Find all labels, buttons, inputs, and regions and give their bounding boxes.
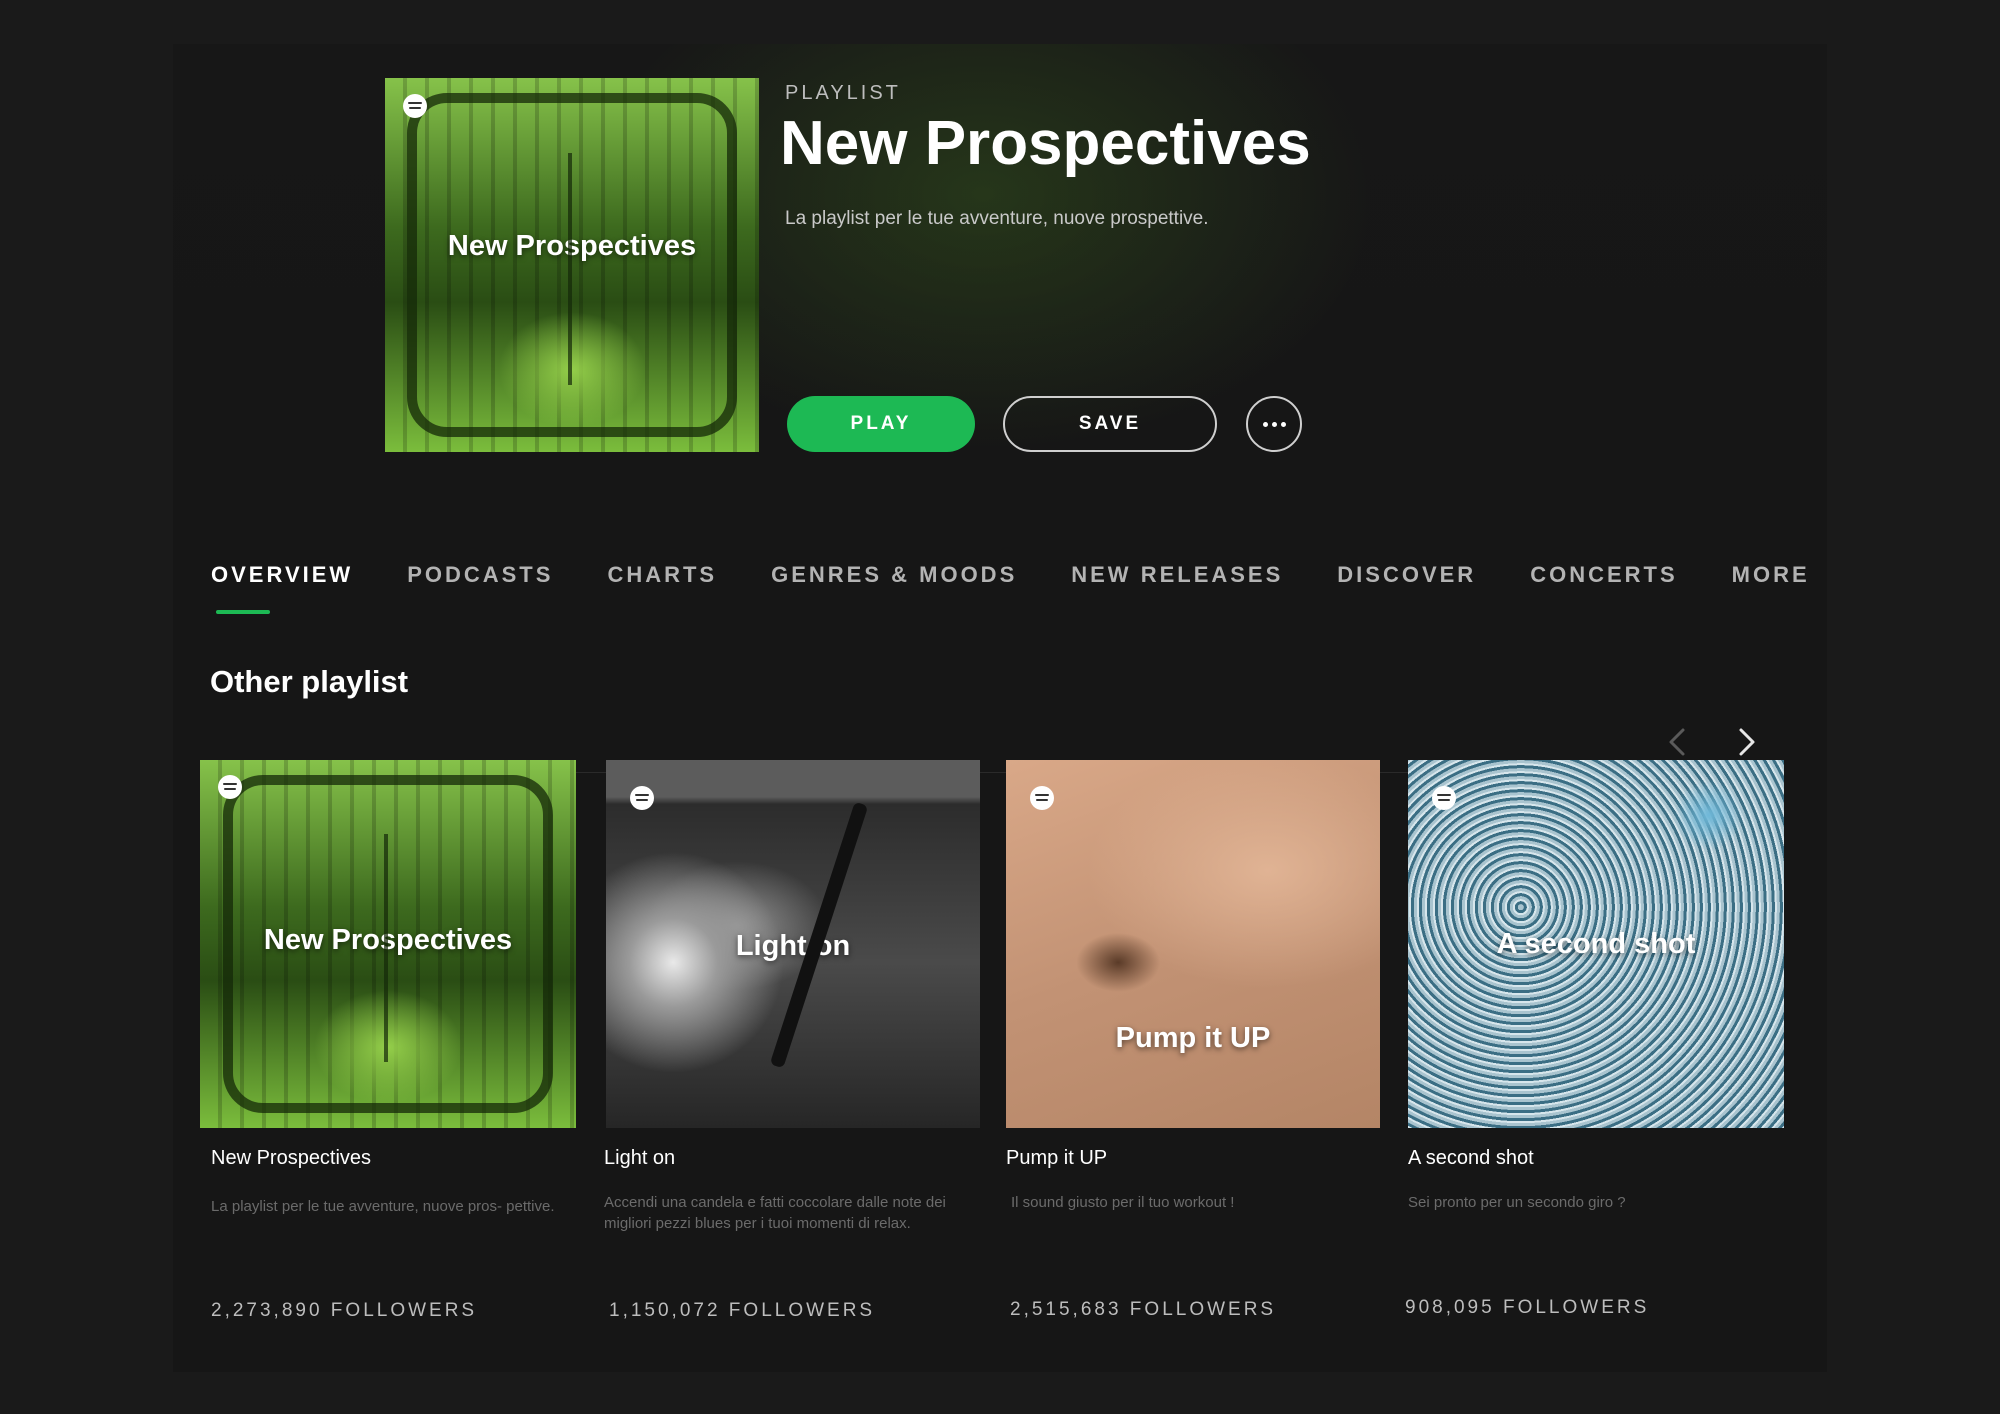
spotify-logo-icon: [218, 775, 242, 799]
tab-concerts[interactable]: CONCERTS: [1530, 562, 1677, 588]
tab-new-releases[interactable]: NEW RELEASES: [1071, 562, 1283, 588]
save-button[interactable]: SAVE: [1003, 396, 1217, 452]
dot-icon: [1262, 421, 1268, 427]
chevron-left-icon: [1669, 728, 1685, 756]
playlist-card-description: Il sound giusto per il tuo workout !: [1011, 1194, 1235, 1211]
hero-cover-title: New Prospectives: [447, 230, 697, 262]
tab-more[interactable]: MORE: [1732, 562, 1810, 588]
active-tab-indicator: [216, 610, 270, 614]
playlist-card-followers: 1,150,072 FOLLOWERS: [609, 1300, 876, 1321]
playlist-card-cover[interactable]: New Prospectives: [200, 760, 576, 1128]
play-button[interactable]: PLAY: [787, 396, 975, 452]
playlist-card-description: Accendi una candela e fatti coccolare da…: [604, 1194, 946, 1232]
playlist-card-followers: 2,515,683 FOLLOWERS: [1010, 1299, 1277, 1320]
playlist-card-cover[interactable]: Light on: [606, 760, 980, 1128]
tab-discover[interactable]: DISCOVER: [1337, 562, 1476, 588]
dot-icon: [1271, 421, 1277, 427]
playlist-page: New Prospectives PLAYLIST New Prospectiv…: [173, 44, 1827, 1372]
cover-title: A second shot: [1496, 928, 1696, 960]
spotify-logo-icon: [403, 94, 427, 118]
tab-podcasts[interactable]: PODCASTS: [407, 562, 553, 588]
cover-title: Light on: [735, 930, 851, 962]
playlist-card-cover[interactable]: Pump it UP: [1006, 760, 1380, 1128]
spotify-logo-icon: [1432, 786, 1456, 810]
playlist-card-cover[interactable]: A second shot: [1408, 760, 1784, 1128]
hero-cover-image[interactable]: New Prospectives: [385, 78, 759, 452]
playlist-card-name[interactable]: Light on: [604, 1147, 675, 1170]
section-title: Other playlist: [210, 664, 409, 699]
playlist-card-name[interactable]: A second shot: [1408, 1147, 1534, 1170]
carousel-prev-button[interactable]: [1658, 722, 1698, 762]
more-options-button[interactable]: [1246, 396, 1302, 452]
carousel-next-button[interactable]: [1726, 722, 1766, 762]
dot-icon: [1280, 421, 1286, 427]
playlist-card-followers: 2,273,890 FOLLOWERS: [211, 1300, 478, 1321]
cover-title: New Prospectives: [263, 924, 513, 956]
playlist-card-followers: 908,095 FOLLOWERS: [1405, 1297, 1650, 1318]
nav-tabs: OVERVIEW PODCASTS CHARTS GENRES & MOODS …: [211, 562, 1810, 588]
playlist-description: La playlist per le tue avventure, nuove …: [785, 208, 1209, 229]
tab-genres-moods[interactable]: GENRES & MOODS: [771, 562, 1017, 588]
playlist-card-description: Sei pronto per un secondo giro ?: [1408, 1194, 1626, 1211]
cover-title: Pump it UP: [1115, 1022, 1271, 1054]
playlist-card-name[interactable]: New Prospectives: [211, 1147, 371, 1170]
tab-overview[interactable]: OVERVIEW: [211, 562, 353, 588]
content-type-label: PLAYLIST: [785, 82, 901, 104]
playlist-card-description: La playlist per le tue avventure, nuove …: [211, 1198, 555, 1215]
spotify-logo-icon: [1030, 786, 1054, 810]
spotify-logo-icon: [630, 786, 654, 810]
playlist-card-name[interactable]: Pump it UP: [1006, 1147, 1107, 1170]
chevron-right-icon: [1739, 728, 1755, 756]
tab-charts[interactable]: CHARTS: [607, 562, 717, 588]
page-title: New Prospectives: [780, 109, 1311, 178]
